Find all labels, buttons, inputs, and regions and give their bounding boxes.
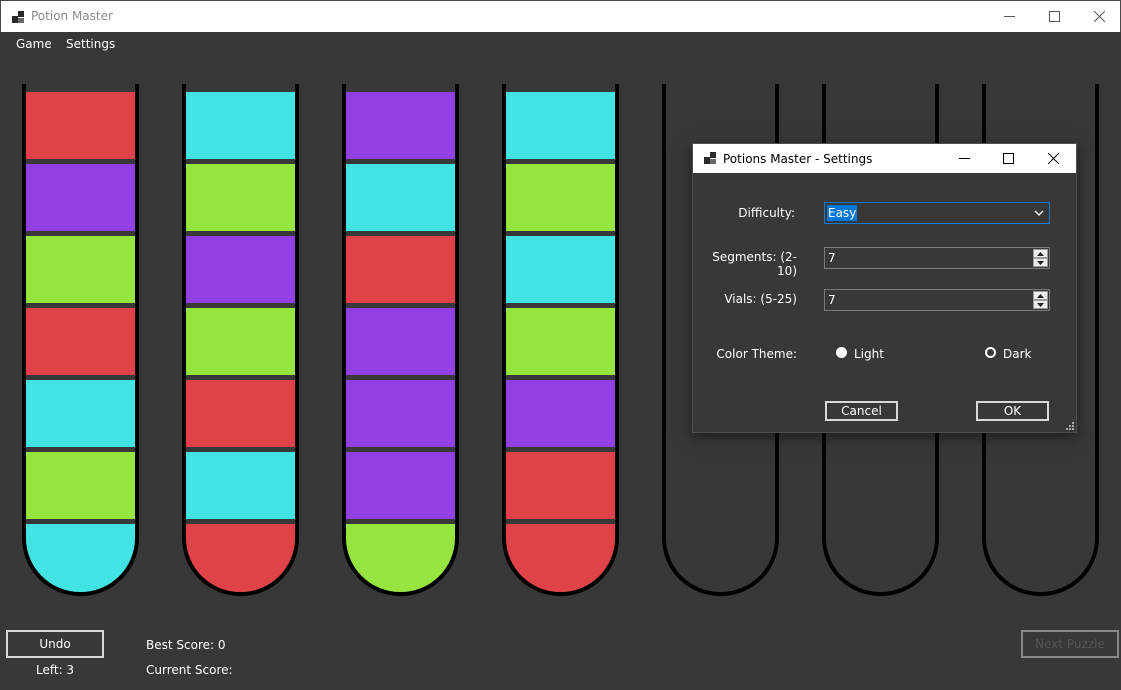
segments-label: Segments: (2-10) (712, 250, 797, 278)
potion-segment (26, 236, 135, 306)
potion-segment (346, 380, 455, 450)
dialog-maximize-button[interactable] (985, 144, 1031, 173)
segments-updown (1033, 249, 1048, 267)
potion-segment (506, 92, 615, 162)
settings-dialog: Potions Master - Settings Difficulty: Ea… (692, 143, 1077, 433)
segments-down-button[interactable] (1033, 258, 1048, 267)
vials-down-button[interactable] (1033, 300, 1048, 309)
potion-segment (506, 524, 615, 592)
segments-value: 7 (828, 251, 836, 265)
potion-segment (346, 164, 455, 234)
potion-segment (26, 524, 135, 592)
window-title: Potion Master (31, 9, 113, 23)
potion-segment (346, 92, 455, 162)
potion-segment (506, 452, 615, 522)
close-icon (1093, 11, 1105, 22)
potion-segment (26, 92, 135, 162)
difficulty-select[interactable]: Easy (824, 202, 1050, 224)
potion-segment (186, 452, 295, 522)
vials-updown (1033, 291, 1048, 309)
potion-segment (186, 164, 295, 234)
potion-segment (26, 452, 135, 522)
potion-segment (506, 164, 615, 234)
vial-1[interactable] (22, 84, 139, 596)
potion-segment (26, 308, 135, 378)
potion-segment (186, 92, 295, 162)
moves-left-text: Left: 3 (36, 663, 75, 677)
next-puzzle-button[interactable]: Next Puzzle (1021, 630, 1119, 658)
potion-segment (346, 308, 455, 378)
potion-segment (346, 452, 455, 522)
ok-button[interactable]: OK (976, 401, 1049, 421)
dialog-title: Potions Master - Settings (723, 152, 873, 166)
potion-segment (186, 380, 295, 450)
potion-segment (506, 236, 615, 306)
potion-segment (186, 236, 295, 306)
potion-segment (506, 308, 615, 378)
segments-up-button[interactable] (1033, 249, 1048, 258)
segments-stepper[interactable]: 7 (824, 247, 1050, 269)
difficulty-value: Easy (827, 205, 858, 221)
best-score-text: Best Score: 0 (146, 638, 226, 652)
close-button[interactable] (1076, 1, 1121, 32)
potion-segment (506, 380, 615, 450)
close-icon (1047, 153, 1059, 164)
potion-segment (186, 524, 295, 592)
app-logo-icon (704, 152, 716, 164)
window-titlebar: Potion Master (0, 0, 1121, 32)
chevron-down-icon (1037, 260, 1044, 265)
vials-value: 7 (828, 293, 836, 307)
color-theme-label: Color Theme: (716, 347, 797, 361)
app-logo-icon (12, 11, 24, 23)
minimize-icon (1003, 16, 1015, 17)
dialog-close-button[interactable] (1030, 144, 1076, 173)
dialog-minimize-button[interactable] (941, 144, 987, 173)
minimize-button[interactable] (986, 1, 1032, 32)
minimize-icon (958, 158, 970, 159)
theme-dark-radio[interactable] (985, 347, 996, 358)
vials-stepper[interactable]: 7 (824, 289, 1050, 311)
potion-segment (26, 164, 135, 234)
menu-game[interactable]: Game (16, 37, 52, 51)
chevron-down-icon (1037, 302, 1044, 307)
potion-segment (186, 308, 295, 378)
resize-grip-icon[interactable] (1066, 422, 1074, 430)
vial-4[interactable] (502, 84, 619, 596)
vial-2[interactable] (182, 84, 299, 596)
maximize-icon (1002, 153, 1014, 164)
difficulty-label: Difficulty: (738, 206, 795, 220)
cancel-button[interactable]: Cancel (825, 401, 898, 421)
menu-bar: Game Settings (0, 32, 1121, 56)
vials-label: Vials: (5-25) (724, 292, 797, 306)
chevron-up-icon (1037, 293, 1044, 298)
maximize-button[interactable] (1031, 1, 1077, 32)
current-score-text: Current Score: (146, 663, 233, 677)
vial-3[interactable] (342, 84, 459, 596)
potion-segment (346, 524, 455, 592)
maximize-icon (1048, 11, 1060, 22)
theme-light-radio[interactable] (836, 347, 847, 358)
potion-segment (26, 380, 135, 450)
vials-up-button[interactable] (1033, 291, 1048, 300)
dialog-titlebar: Potions Master - Settings (693, 144, 1076, 173)
theme-dark-label[interactable]: Dark (1003, 347, 1031, 361)
chevron-down-icon (1034, 210, 1044, 216)
potion-segment (346, 236, 455, 306)
chevron-up-icon (1037, 251, 1044, 256)
undo-button[interactable]: Undo (6, 630, 104, 658)
theme-light-label[interactable]: Light (854, 347, 884, 361)
menu-settings[interactable]: Settings (66, 37, 115, 51)
